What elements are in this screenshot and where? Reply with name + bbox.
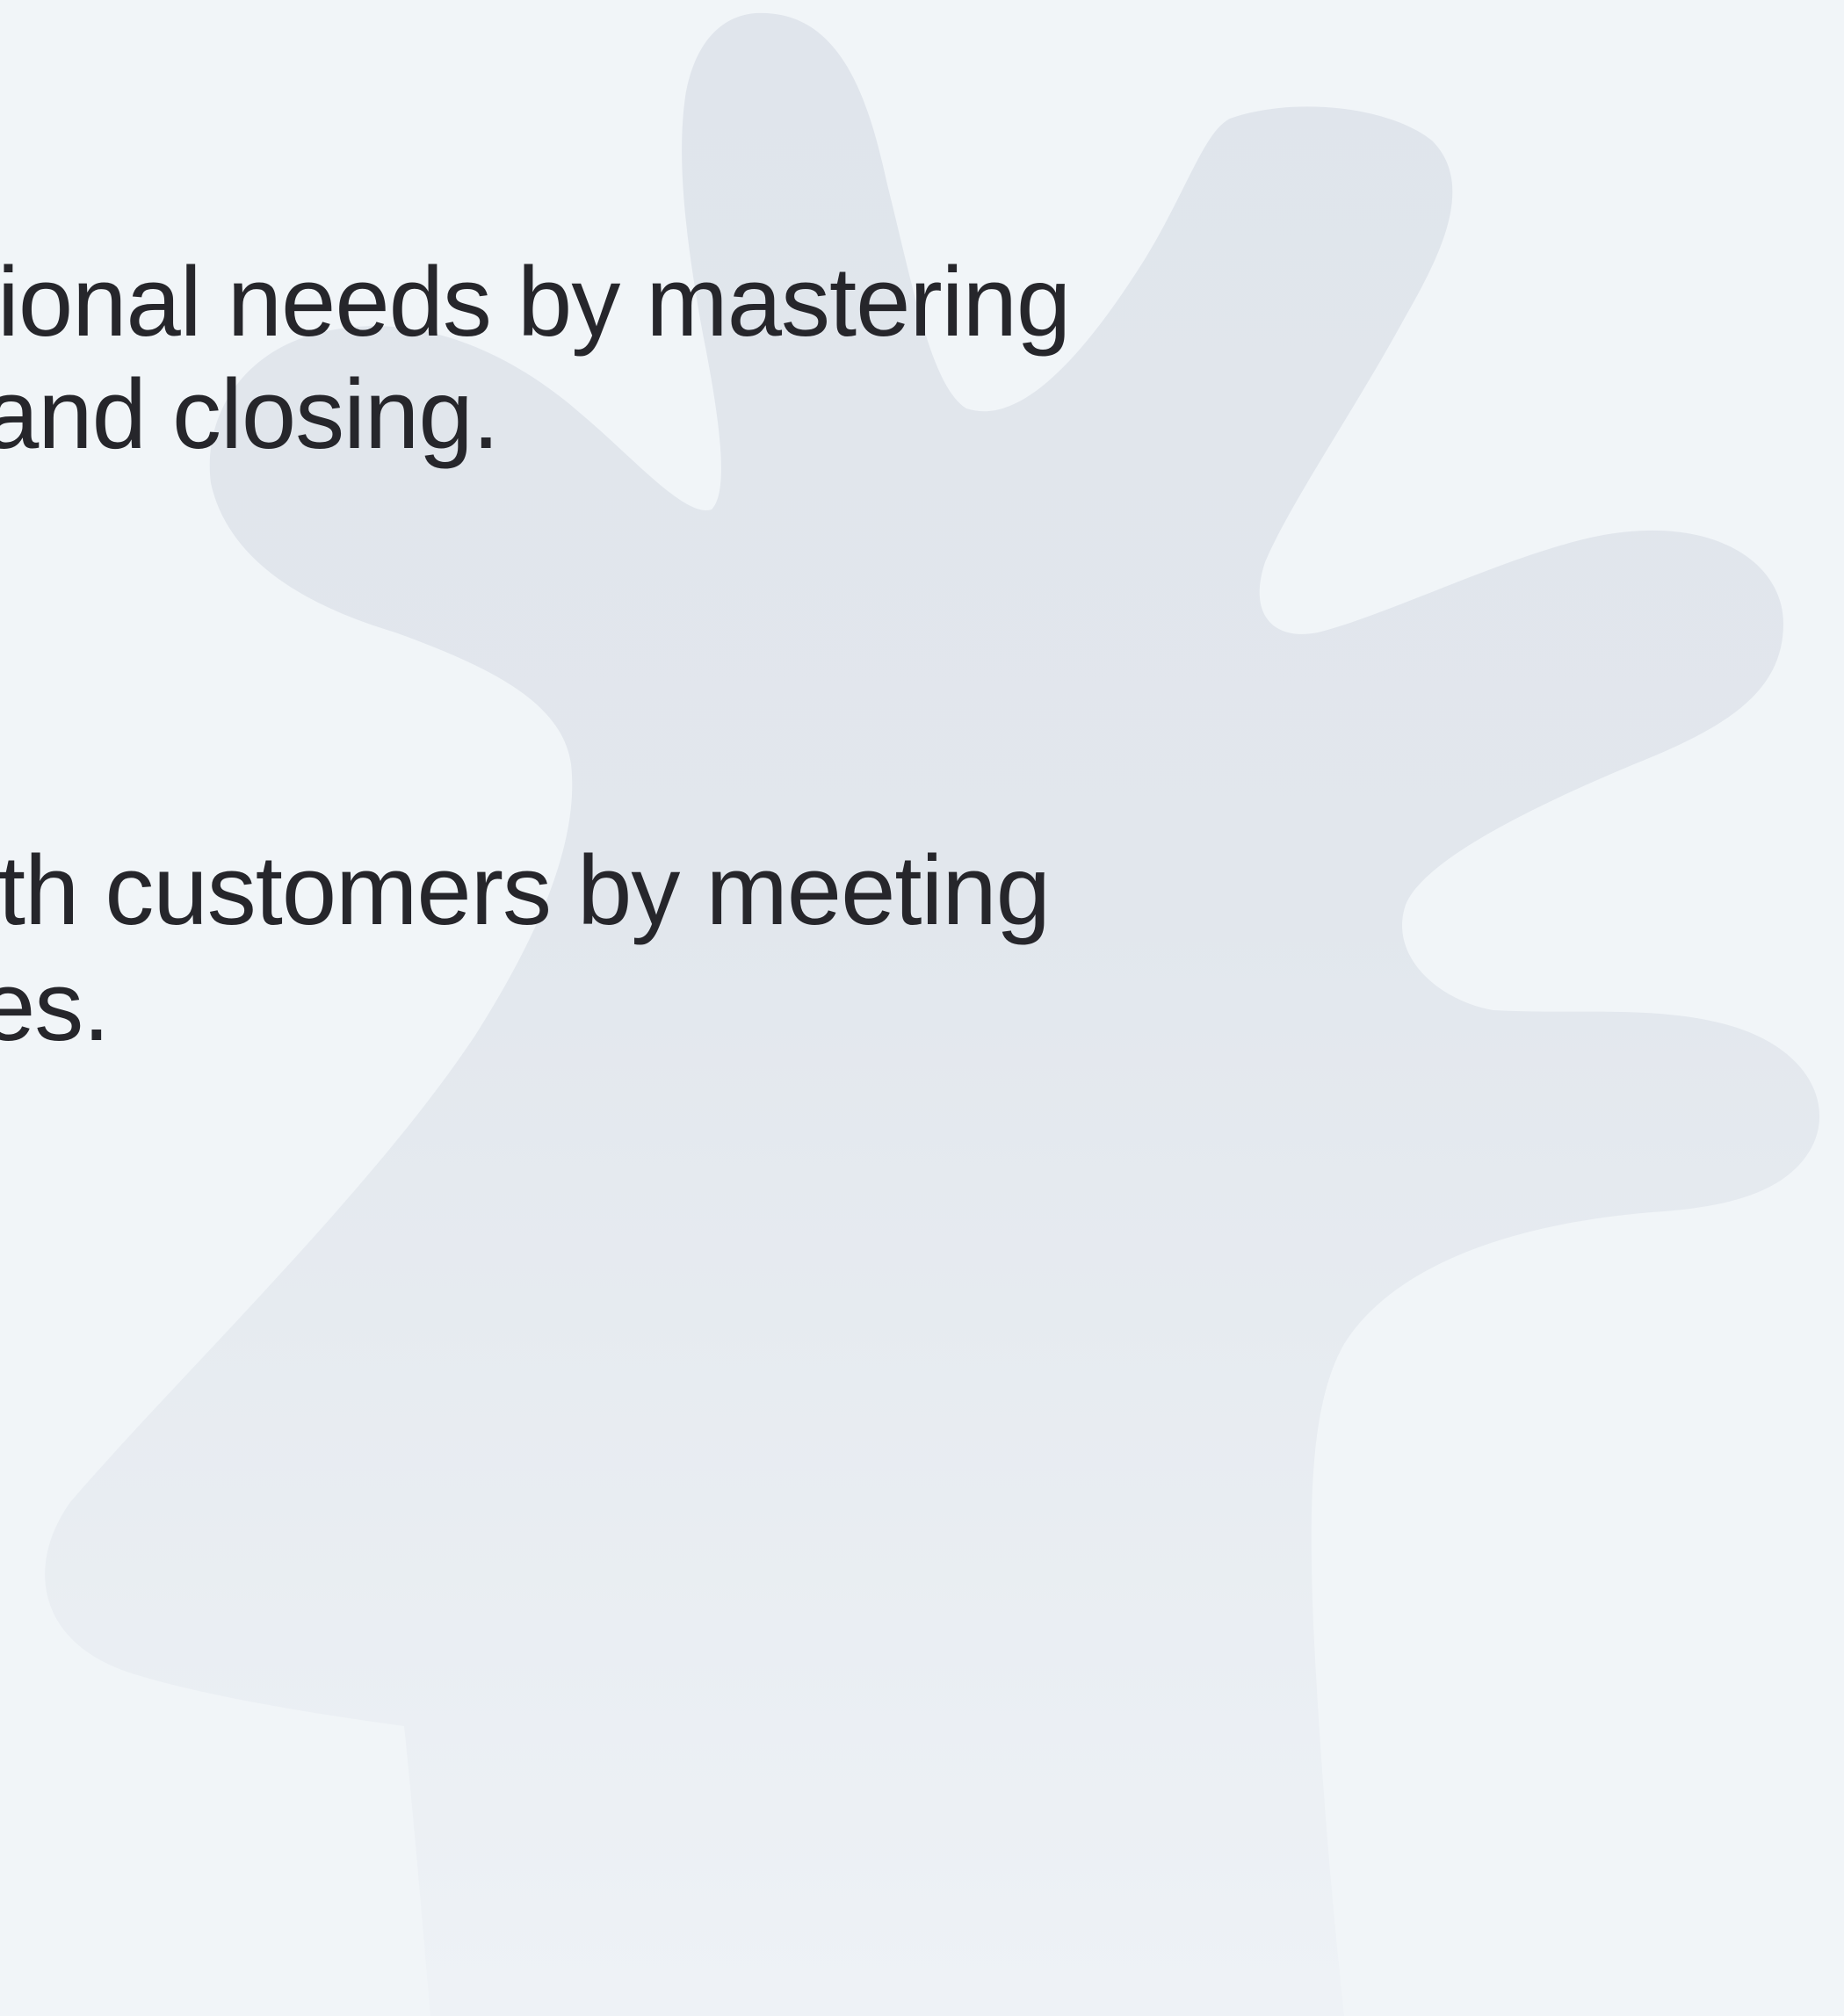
paragraph-1-line-1: sional needs by mastering — [0, 247, 1071, 357]
paragraph-2-line-2: es. — [0, 951, 110, 1061]
paragraph-2-line-1: ith customers by meeting — [0, 835, 1051, 945]
page-canvas: sional needs by mastering and closing. i… — [0, 0, 1844, 2016]
paragraph-1-line-2: and closing. — [0, 359, 500, 469]
